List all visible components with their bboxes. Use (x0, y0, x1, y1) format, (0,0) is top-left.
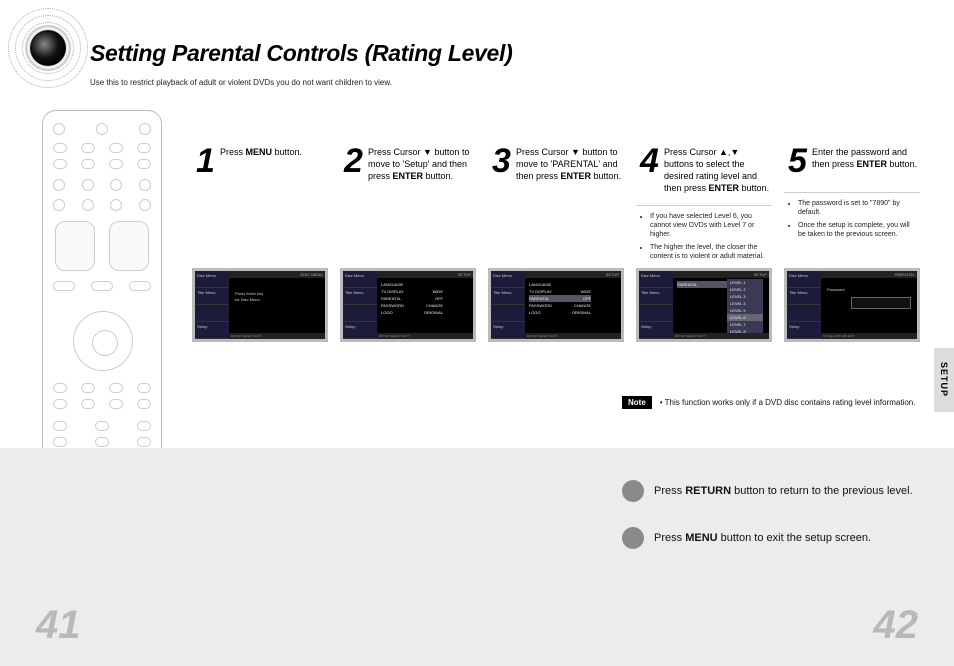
steps-row: 1 Press MENU button. 2 Press Cursor ▼ bu… (192, 128, 920, 265)
step-number: 2 (344, 142, 363, 181)
hint-menu: Press MENU button to exit the setup scre… (622, 527, 871, 549)
step-2: 2 Press Cursor ▼ button to move to 'Setu… (340, 128, 476, 265)
step-number: 5 (788, 142, 807, 181)
step-bullets: If you have selected Level 6, you cannot… (642, 212, 772, 262)
step-4: 4 Press Cursor ▲,▼ buttons to select the… (636, 128, 772, 265)
page-number-left: 41 (36, 603, 81, 648)
tv-screenshot-row: Disc Menu Title Menu Setup DISC MENU Pre… (192, 268, 920, 342)
tv-screen-4: Disc Menu Title Menu Setup SETUP PARENTA… (636, 268, 772, 342)
tv-screen-2: Disc Menu Title Menu Setup SETUP LANGUAG… (340, 268, 476, 342)
step-number: 4 (640, 142, 659, 181)
speaker-cone-decoration (8, 8, 88, 88)
hint-return: Press RETURN button to return to the pre… (622, 480, 913, 502)
tv-screen-1: Disc Menu Title Menu Setup DISC MENU Pre… (192, 268, 328, 342)
button-icon (622, 527, 644, 549)
step-bullets: The password is set to "7890" by default… (790, 199, 920, 240)
tv-screen-5: Disc Menu Title Menu Setup PARENTAL Pass… (784, 268, 920, 342)
step-number: 1 (196, 142, 215, 181)
note-row: Note This function works only if a DVD d… (622, 396, 915, 409)
password-entry-box (851, 297, 911, 309)
note-badge: Note (622, 396, 652, 409)
section-tab-setup: SETUP (934, 348, 954, 412)
step-number: 3 (492, 142, 511, 181)
page-number-right: 42 (874, 603, 919, 648)
page-subtitle: Use this to restrict playback of adult o… (90, 78, 392, 87)
step-1: 1 Press MENU button. (192, 128, 328, 265)
page-title: Setting Parental Controls (Rating Level) (90, 40, 513, 67)
button-icon (622, 480, 644, 502)
note-text: This function works only if a DVD disc c… (660, 398, 916, 407)
step-3: 3 Press Cursor ▼ button to move to 'PARE… (488, 128, 624, 265)
tv-screen-3: Disc Menu Title Menu Setup SETUP LANGUAG… (488, 268, 624, 342)
step-5: 5 Enter the password and then press ENTE… (784, 128, 920, 265)
